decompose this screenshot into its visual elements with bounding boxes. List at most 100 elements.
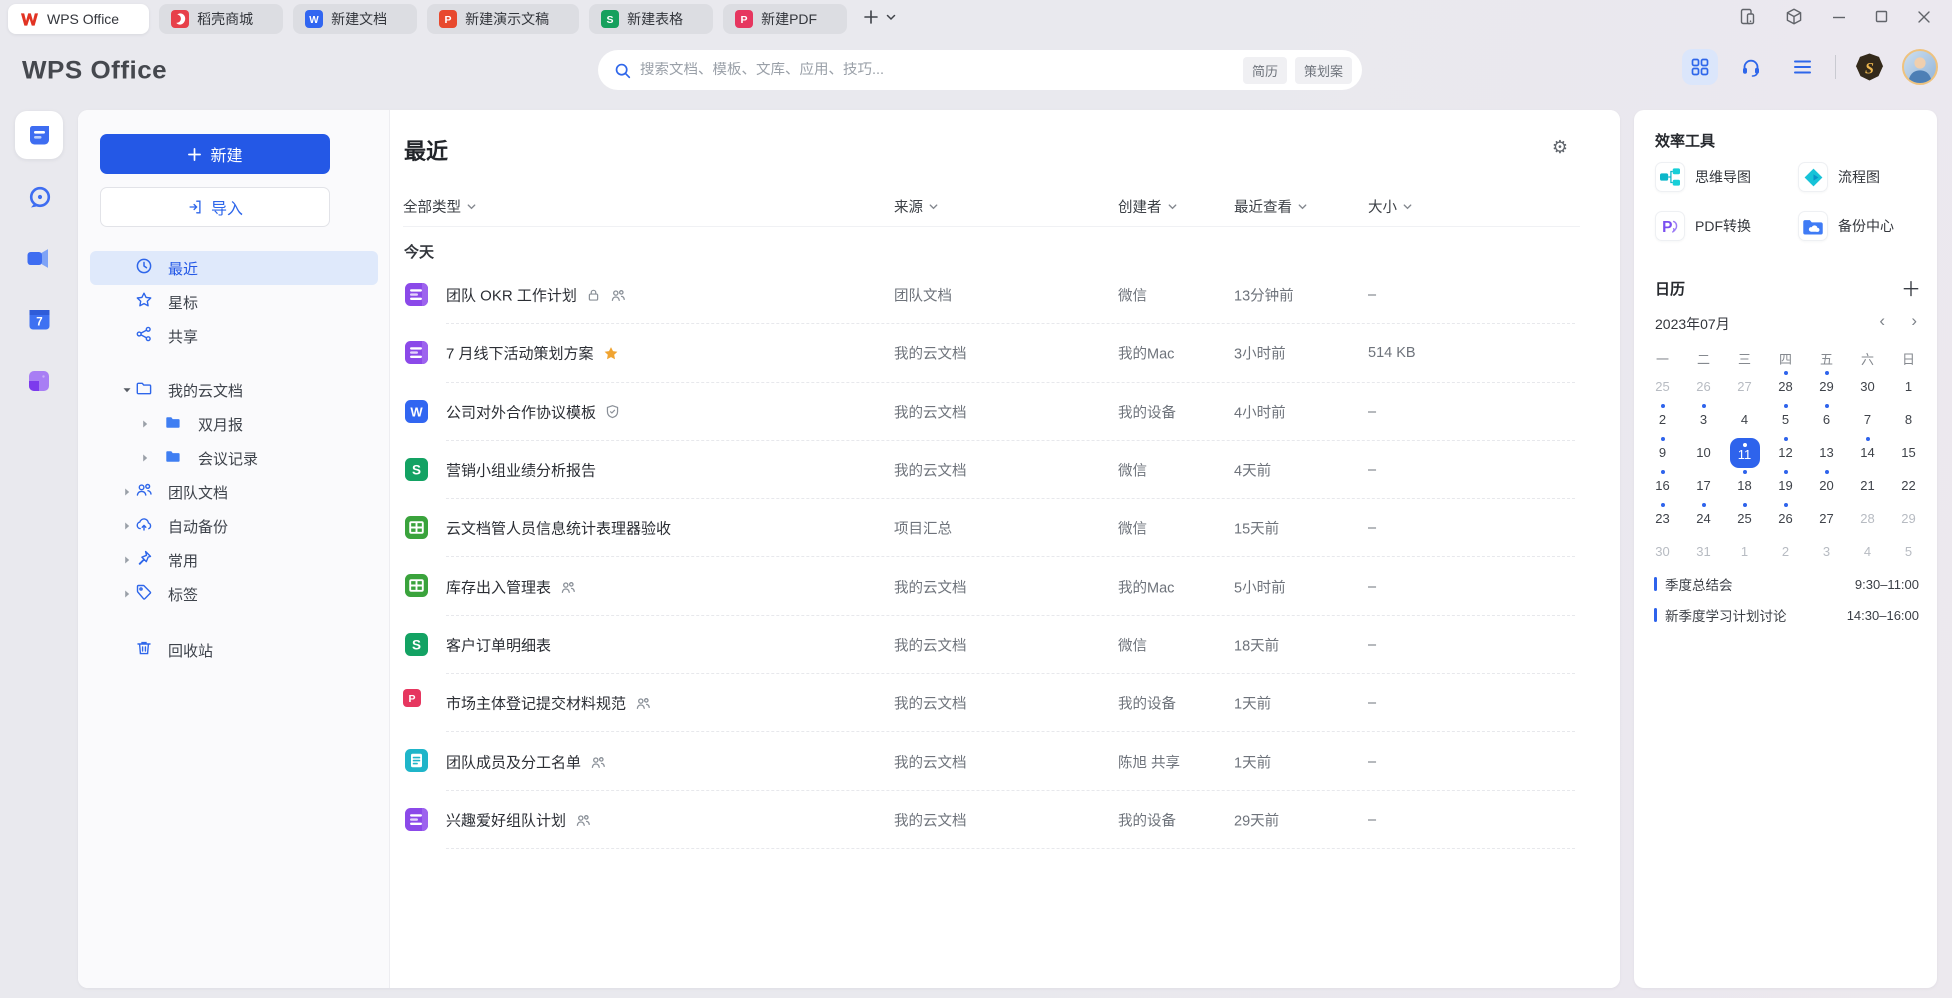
calendar-day[interactable]: 4 [1724,403,1765,436]
rail-item-calendar[interactable]: 7 [15,295,63,343]
filter-type[interactable]: 全部类型 [403,196,477,217]
filter-size[interactable]: 大小 [1368,196,1413,217]
calendar-day[interactable]: 3 [1683,403,1724,436]
calendar-day[interactable]: 7 [1847,403,1888,436]
menu-button[interactable] [1784,49,1820,85]
filter-creator[interactable]: 创建者 [1118,196,1178,217]
calendar-day[interactable]: 9 [1642,436,1683,469]
calendar-day[interactable]: 27 [1724,370,1765,403]
calendar-day[interactable]: 25 [1724,502,1765,535]
caret-down-icon[interactable] [122,382,132,399]
avatar[interactable] [1902,49,1938,85]
calendar-day[interactable]: 28 [1765,370,1806,403]
rail-item-documents[interactable] [15,111,63,159]
rail-item-apps[interactable] [15,357,63,405]
calendar-day[interactable]: 27 [1806,502,1847,535]
calendar-next-icon[interactable]: › [1911,311,1917,331]
import-button[interactable]: 导入 [100,187,330,227]
calendar-day[interactable]: 2 [1642,403,1683,436]
tool-backup[interactable]: 备份中心 [1798,211,1894,241]
tab-home[interactable]: WPS Office [8,4,149,34]
calendar-day[interactable]: 1 [1724,535,1765,568]
calendar-day[interactable]: 18 [1724,469,1765,502]
search-bar[interactable]: 简历策划案 [598,50,1362,90]
tab-document-3[interactable]: P新建演示文稿 [427,4,579,34]
close-button[interactable] [1916,9,1932,30]
phone-button[interactable] [1738,7,1757,31]
calendar-day[interactable]: 4 [1847,535,1888,568]
calendar-day-selected[interactable]: 11 [1724,436,1765,469]
caret-right-icon[interactable] [140,416,150,433]
calendar-day[interactable]: 17 [1683,469,1724,502]
sidebar-item-0[interactable]: 最近 [90,251,378,285]
caret-right-icon[interactable] [122,484,132,501]
tab-document-1[interactable]: 稻壳商城 [159,4,283,34]
minimize-button[interactable] [1831,9,1847,30]
calendar-day[interactable]: 8 [1888,403,1929,436]
file-row-1[interactable]: 7 月线下活动策划方案我的云文档我的Mac3小时前514 KB [390,324,1620,382]
tab-document-4[interactable]: S新建表格 [589,4,713,34]
calendar-day[interactable]: 3 [1806,535,1847,568]
new-button[interactable]: 新建 [100,134,330,174]
sidebar-item-7[interactable]: 自动备份 [90,509,378,543]
file-row-5[interactable]: 库存出入管理表我的云文档我的Mac5小时前– [390,557,1620,615]
tab-list-chevron-icon[interactable] [885,10,897,28]
calendar-day[interactable]: 13 [1806,436,1847,469]
file-row-4[interactable]: 云文档管人员信息统计表理器验收项目汇总微信15天前– [390,499,1620,557]
sidebar-item-3[interactable]: 我的云文档 [90,373,378,407]
calendar-day[interactable]: 20 [1806,469,1847,502]
file-row-7[interactable]: P市场主体登记提交材料规范我的云文档我的设备1天前– [390,674,1620,732]
calendar-day[interactable]: 5 [1765,403,1806,436]
sidebar-item-8[interactable]: 常用 [90,543,378,577]
rail-item-meetings[interactable] [15,234,63,282]
calendar-day[interactable]: 31 [1683,535,1724,568]
calendar-day[interactable]: 23 [1642,502,1683,535]
calendar-day[interactable]: 16 [1642,469,1683,502]
file-row-9[interactable]: 兴趣爱好组队计划我的云文档我的设备29天前– [390,791,1620,849]
calendar-prev-icon[interactable]: ‹ [1879,311,1885,331]
file-row-8[interactable]: 团队成员及分工名单我的云文档陈旭 共享1天前– [390,732,1620,790]
tab-document-2[interactable]: W新建文档 [293,4,417,34]
calendar-day[interactable]: 21 [1847,469,1888,502]
sidebar-item-trash[interactable]: 回收站 [90,633,378,667]
calendar-day[interactable]: 24 [1683,502,1724,535]
sidebar-item-2[interactable]: 共享 [90,319,378,353]
filter-viewed[interactable]: 最近查看 [1234,196,1308,217]
calendar-day[interactable]: 29 [1888,502,1929,535]
support-headset-button[interactable] [1733,49,1769,85]
settings-gear-icon[interactable]: ⚙ [1552,138,1568,156]
calendar-day[interactable]: 30 [1847,370,1888,403]
search-input[interactable] [640,62,1235,78]
calendar-event-0[interactable]: 季度总结会9:30–11:00 [1654,572,1919,596]
calendar-day[interactable]: 19 [1765,469,1806,502]
calendar-day[interactable]: 6 [1806,403,1847,436]
calendar-day[interactable]: 25 [1642,370,1683,403]
file-row-3[interactable]: S营销小组业绩分析报告我的云文档微信4天前– [390,441,1620,499]
calendar-day[interactable]: 2 [1765,535,1806,568]
calendar-day[interactable]: 26 [1683,370,1724,403]
caret-right-icon[interactable] [122,552,132,569]
new-tab-button[interactable] [863,9,879,30]
search-tag-0[interactable]: 简历 [1243,57,1287,84]
calendar-day[interactable]: 26 [1765,502,1806,535]
sidebar-item-6[interactable]: 团队文档 [90,475,378,509]
tool-pdfconv[interactable]: PPDF转换 [1655,211,1751,241]
sidebar-item-1[interactable]: 星标 [90,285,378,319]
calendar-event-1[interactable]: 新季度学习计划讨论14:30–16:00 [1654,603,1919,627]
rail-item-messages[interactable] [15,173,63,221]
file-row-2[interactable]: W公司对外合作协议模板我的云文档我的设备4小时前– [390,383,1620,441]
calendar-day[interactable]: 28 [1847,502,1888,535]
tab-document-5[interactable]: P新建PDF [723,4,847,34]
maximize-button[interactable] [1874,9,1889,29]
file-row-0[interactable]: 团队 OKR 工作计划团队文档微信13分钟前– [390,266,1620,324]
calendar-day[interactable]: 5 [1888,535,1929,568]
search-tag-1[interactable]: 策划案 [1295,57,1352,84]
cube-button[interactable] [1784,7,1804,32]
apps-grid-button[interactable] [1682,49,1718,85]
calendar-day[interactable]: 29 [1806,370,1847,403]
caret-right-icon[interactable] [122,586,132,603]
calendar-day[interactable]: 30 [1642,535,1683,568]
calendar-day[interactable]: 15 [1888,436,1929,469]
vip-badge[interactable]: S [1851,49,1887,85]
caret-right-icon[interactable] [140,450,150,467]
